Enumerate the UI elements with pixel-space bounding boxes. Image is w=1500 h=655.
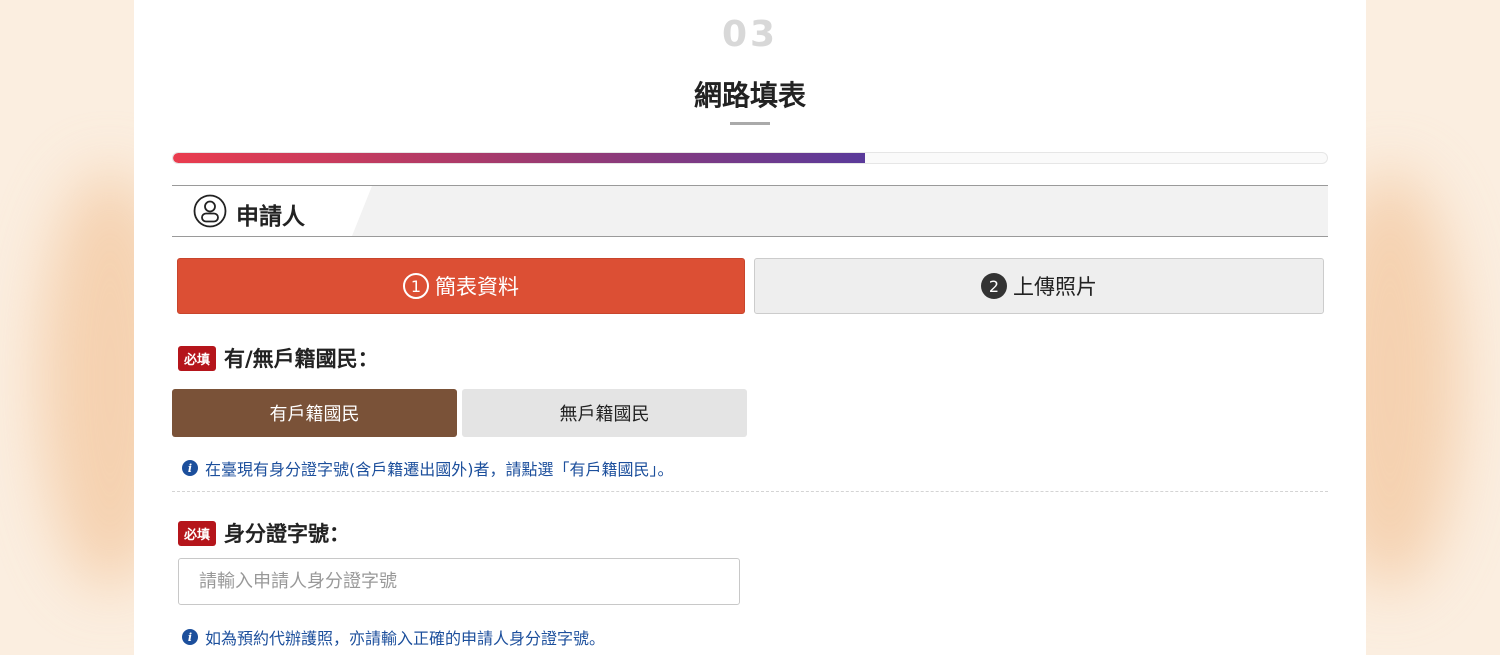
option-no-household[interactable]: 無戶籍國民 <box>462 389 747 437</box>
step-title: 網路填表 <box>693 79 806 112</box>
id-hint: i 如為預約代辦護照，亦請輸入正確的申請人身分證字號。 <box>182 625 605 649</box>
progress-fill <box>173 153 866 163</box>
form-card: 03 網路填表 申請人 1 簡表資料 2 上傳照片 必填 有/無戶籍國民： 有戶… <box>134 0 1366 655</box>
title-underline <box>730 122 770 125</box>
section-label: 申請人 <box>236 204 305 230</box>
household-hint: i 在臺現有身分證字號(含戶籍遷出國外)者，請點選「有戶籍國民」。 <box>182 456 674 480</box>
id-label-text: 身分證字號： <box>224 522 351 546</box>
person-icon <box>193 194 227 228</box>
tab-upload-photo[interactable]: 2 上傳照片 <box>754 258 1324 314</box>
household-hint-text: 在臺現有身分證字號(含戶籍遷出國外)者，請點選「有戶籍國民」。 <box>205 460 674 479</box>
required-badge: 必填 <box>178 520 217 546</box>
info-icon: i <box>182 629 198 645</box>
id-number-input[interactable] <box>178 558 740 605</box>
id-hint-text: 如為預約代辦護照，亦請輸入正確的申請人身分證字號。 <box>205 629 606 648</box>
tab-label: 上傳照片 <box>1013 275 1097 299</box>
progress-bar <box>172 152 1328 164</box>
required-badge: 必填 <box>178 345 217 371</box>
tab-number-badge: 2 <box>981 273 1007 299</box>
section-header: 申請人 <box>172 185 1328 237</box>
household-field-label: 必填 有/無戶籍國民： <box>178 343 379 373</box>
id-field-label: 必填 身分證字號： <box>178 518 350 548</box>
divider <box>172 491 1328 492</box>
tab-number-badge: 1 <box>403 273 429 299</box>
step-number: 03 <box>721 14 779 55</box>
option-has-household[interactable]: 有戶籍國民 <box>172 389 457 437</box>
tab-basic-info[interactable]: 1 簡表資料 <box>177 258 745 314</box>
tab-label: 簡表資料 <box>435 275 519 299</box>
info-icon: i <box>182 460 198 476</box>
household-label-text: 有/無戶籍國民： <box>224 347 379 371</box>
